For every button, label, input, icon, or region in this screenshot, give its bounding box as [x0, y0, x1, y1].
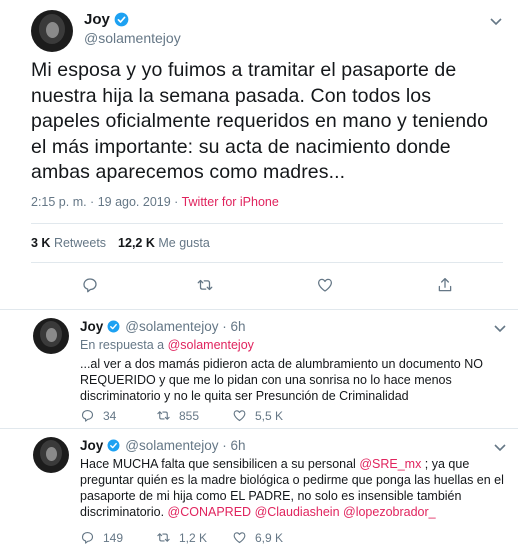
reply-text: Hace MUCHA falta que sensibilicen a su p… [80, 456, 508, 520]
divider [31, 262, 503, 263]
like-count: 5,5 K [255, 408, 284, 423]
main-tweet: Joy @solamentejoy Mi esposa y yo fuimos … [0, 0, 518, 310]
tweet-meta: 2:15 p. m. · 19 ago. 2019 · Twitter for … [31, 195, 279, 209]
display-name[interactable]: Joy [84, 11, 110, 28]
avatar[interactable] [33, 437, 69, 473]
reply-action[interactable]: 149 [80, 530, 156, 545]
retweet-icon [157, 533, 170, 542]
reply-author-row: Joy @solamentejoy · 6h [80, 319, 246, 334]
reply-count: 34 [103, 408, 117, 423]
mention-link[interactable]: @SRE_mx [359, 457, 421, 471]
verified-badge-icon [107, 320, 120, 333]
chevron-down-icon[interactable] [490, 18, 502, 26]
avatar[interactable] [33, 318, 69, 354]
heart-icon[interactable] [316, 276, 334, 294]
likes-count: 12,2 K [118, 236, 155, 250]
reply-author-row: Joy @solamentejoy · 6h [80, 438, 246, 453]
divider [31, 223, 503, 224]
likes-label: Me gusta [158, 236, 210, 250]
reply-text: ...al ver a dos mamás pidieron acta de a… [80, 357, 483, 403]
reply-to-mention[interactable]: @solamentejoy [168, 338, 254, 352]
reply-tweet[interactable]: Joy @solamentejoy · 6h Hace MUCHA falta … [0, 429, 518, 550]
mention-link[interactable]: @Claudiashein [255, 505, 340, 519]
comment-icon [81, 409, 94, 422]
comment-icon [81, 531, 94, 544]
tweet-stats: 3 K Retweets 12,2 K Me gusta [31, 236, 210, 250]
verified-badge-icon [107, 439, 120, 452]
retweets-stat[interactable]: 3 K Retweets [31, 236, 106, 250]
like-action[interactable]: 6,9 K [232, 530, 308, 545]
reply-to-label: En respuesta a [80, 338, 168, 352]
reply-context: En respuesta a @solamentejoy [80, 338, 254, 352]
chevron-down-icon[interactable] [494, 325, 506, 333]
retweets-label: Retweets [53, 236, 107, 250]
retweets-count: 3 K [31, 236, 51, 250]
retweet-count: 855 [179, 408, 200, 423]
reply-tweet[interactable]: Joy @solamentejoy · 6h En respuesta a @s… [0, 310, 518, 428]
tweet-actions [0, 276, 518, 296]
reply-actions: 149 1,2 K 6,9 K [80, 530, 308, 545]
handle-time[interactable]: @solamentejoy · 6h [125, 319, 245, 334]
display-name[interactable]: Joy [80, 438, 103, 453]
author-row: Joy [84, 11, 129, 28]
heart-icon [233, 410, 246, 422]
display-name[interactable]: Joy [80, 319, 103, 334]
chevron-down-icon[interactable] [494, 444, 506, 452]
avatar[interactable] [31, 10, 73, 52]
reply-actions: 34 855 5,5 K [80, 408, 308, 423]
retweet-count: 1,2 K [179, 530, 208, 545]
tweet-text: Mi esposa y yo fuimos a tramitar el pasa… [31, 59, 489, 183]
reply-count: 149 [103, 530, 124, 545]
handle-time[interactable]: @solamentejoy · 6h [125, 438, 245, 453]
likes-stat[interactable]: 12,2 K Me gusta [118, 236, 210, 250]
share-icon[interactable] [436, 276, 454, 294]
like-count: 6,9 K [255, 530, 284, 545]
retweet-icon[interactable] [196, 276, 214, 294]
heart-icon [233, 532, 246, 544]
like-action[interactable]: 5,5 K [232, 408, 308, 423]
mention-link[interactable]: @lopezobrador_ [343, 505, 436, 519]
retweet-icon [157, 411, 170, 420]
timestamp[interactable]: 2:15 p. m. · 19 ago. 2019 · [31, 195, 182, 209]
retweet-action[interactable]: 1,2 K [156, 530, 232, 545]
retweet-action[interactable]: 855 [156, 408, 232, 423]
handle[interactable]: @solamentejoy [84, 30, 181, 46]
reply-action[interactable]: 34 [80, 408, 156, 423]
reply-text-segment: Hace MUCHA falta que sensibilicen a su p… [80, 457, 360, 471]
verified-badge-icon [114, 12, 129, 27]
comment-icon[interactable] [81, 276, 99, 294]
source-link[interactable]: Twitter for iPhone [182, 195, 279, 209]
mention-link[interactable]: @CONAPRED [168, 505, 252, 519]
